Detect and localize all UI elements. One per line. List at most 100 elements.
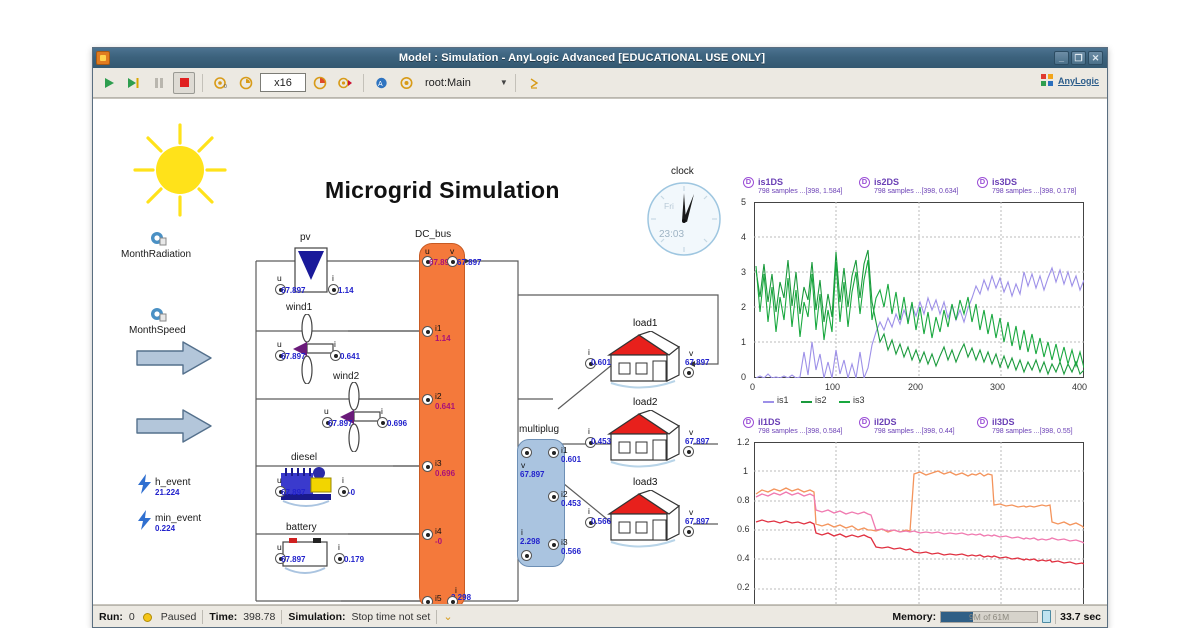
load3-v-port[interactable] <box>683 526 694 537</box>
memory-indicator[interactable]: Memory: 9M of 61M 33.7 sec <box>892 609 1101 624</box>
anylogic-brand: AnyLogic <box>1040 73 1099 88</box>
pause-button[interactable] <box>148 72 170 94</box>
wind1-u-value: 67.897 <box>281 352 306 361</box>
speed-up-icon[interactable] <box>334 72 356 94</box>
console-icon[interactable] <box>523 72 545 94</box>
chart1-ds1-icon: D <box>743 177 754 188</box>
diesel-u-label: u <box>277 475 282 485</box>
status-bar: Run: 0 Paused Time: 398.78 Simulation: S… <box>93 605 1107 627</box>
chart1-ytick-2: 2 <box>741 302 747 312</box>
status-divider-2 <box>281 609 283 624</box>
slow-down-icon[interactable]: 0 <box>210 72 232 94</box>
navigate-root-icon[interactable]: A <box>371 72 393 94</box>
dc-bus-port-i2[interactable] <box>422 394 433 405</box>
minimize-icon[interactable]: _ <box>1054 51 1069 65</box>
wind2-icon[interactable] <box>326 382 382 452</box>
pv-u-label: u <box>277 273 282 283</box>
chart2-ytick-5: 1 <box>743 466 749 476</box>
chevron-down-icon[interactable]: ▼ <box>500 78 508 87</box>
virtual-time-icon[interactable] <box>309 72 331 94</box>
load2-v-port[interactable] <box>683 446 694 457</box>
chart-load-currents[interactable]: D il1DS 798 samples ...[398, 0.584] D il… <box>737 417 1105 604</box>
chart1-ytick-1: 1 <box>741 337 747 347</box>
load-label-1: load1 <box>633 318 658 329</box>
root-selector-label[interactable]: root:Main <box>425 77 471 89</box>
model-canvas[interactable]: MonthRadiation MonthSpeed h_event 21.224… <box>93 98 1107 605</box>
chart1-legend-label-3: is3 <box>853 395 865 405</box>
chart2-ytick-4: 0.8 <box>737 495 750 505</box>
load1-v-port[interactable] <box>683 367 694 378</box>
dc-bus-i3-label: i3 <box>435 458 442 468</box>
multiplug-i2-value: 0.453 <box>561 499 582 508</box>
dc-bus-i-out-port[interactable] <box>447 596 458 604</box>
speed-input[interactable]: x16 <box>260 73 306 92</box>
dc-bus-port-i1[interactable] <box>422 326 433 337</box>
window-controls: _ ❐ ✕ <box>1054 51 1103 65</box>
multiplug-v-value: 67.897 <box>520 470 545 479</box>
dc-bus-bar[interactable] <box>419 243 465 604</box>
chart1-xtick-0: 0 <box>750 382 756 392</box>
multiplug-i-value: 2.298 <box>520 537 541 546</box>
load2-i-label: i <box>588 426 590 436</box>
brand-label[interactable]: AnyLogic <box>1058 76 1099 86</box>
load1-icon[interactable] <box>599 331 685 391</box>
wind1-icon[interactable] <box>279 314 335 384</box>
diesel-icon[interactable] <box>275 465 343 509</box>
dc-bus-port-i3[interactable] <box>422 461 433 472</box>
status-state: Paused <box>160 610 197 623</box>
load3-i-value: 0.566 <box>591 517 612 526</box>
reset-speed-icon[interactable] <box>235 72 257 94</box>
multiplug-i1-label: i1 <box>561 445 568 455</box>
load2-icon[interactable] <box>599 410 685 470</box>
chart2-plot <box>754 442 1084 604</box>
dc-bus-u-label: u <box>425 246 430 256</box>
multiplug-port-i1[interactable] <box>548 447 559 458</box>
status-divider-3 <box>436 609 438 624</box>
run-step-button[interactable] <box>123 72 145 94</box>
run-button[interactable] <box>98 72 120 94</box>
component-label-wind2: wind2 <box>333 371 360 382</box>
trash-icon[interactable] <box>1042 610 1052 623</box>
stop-button[interactable] <box>173 71 195 94</box>
maximize-icon[interactable]: ❐ <box>1071 51 1086 65</box>
dc-bus-port-i4[interactable] <box>422 529 433 540</box>
chart1-ytick-3: 3 <box>741 267 747 277</box>
status-console-icon[interactable]: ⌄ <box>443 610 452 623</box>
load3-icon[interactable] <box>599 490 685 550</box>
multiplug-port-i2[interactable] <box>548 491 559 502</box>
multiplug-v-port[interactable] <box>521 447 532 458</box>
load2-i-value: 0.453 <box>591 437 612 446</box>
dc-bus-port-i5[interactable] <box>422 596 433 604</box>
multiplug-i3-value: 0.566 <box>561 547 582 556</box>
load3-v-label: v <box>689 507 694 517</box>
dc-bus-v-value: 67.897 <box>457 258 482 267</box>
close-icon[interactable]: ✕ <box>1088 51 1103 65</box>
pv-i-label: i <box>332 273 334 283</box>
memory-label: Memory: <box>892 610 937 623</box>
chart2-ds2-name: il2DS <box>874 417 897 427</box>
chart-source-currents[interactable]: D is1DS 798 samples ...[398, 1.584] D is… <box>741 177 1105 405</box>
multiplug-port-i3[interactable] <box>548 539 559 550</box>
svg-text:0: 0 <box>224 84 227 90</box>
battery-i-value: 0.179 <box>344 555 365 564</box>
status-simulation-value: Stop time not set <box>351 610 431 623</box>
load3-i-label: i <box>588 506 590 516</box>
chart1-ds2-samples: 798 samples ...[398, 0.634] <box>874 188 959 195</box>
dc-bus-i4-label: i4 <box>435 526 442 536</box>
chart2-ds3-name: il3DS <box>992 417 1015 427</box>
pv-i-value: 1.14 <box>338 286 354 295</box>
chart1-xtick-4: 400 <box>1072 382 1088 392</box>
multiplug-i2-label: i2 <box>561 489 568 499</box>
dc-bus-i2-label: i2 <box>435 391 442 401</box>
dc-bus-i1-label: i1 <box>435 323 442 333</box>
load2-v-label: v <box>689 427 694 437</box>
chart2-ds2-icon: D <box>859 417 870 428</box>
status-run-value: 0 <box>128 610 135 623</box>
toolbar-divider <box>202 73 203 92</box>
chart2-ytick-1: 0.2 <box>737 582 750 592</box>
wind2-i-label: i <box>381 406 383 416</box>
navigate-up-icon[interactable] <box>396 72 418 94</box>
chart1-xtick-3: 300 <box>990 382 1006 392</box>
pv-u-value: 67.897 <box>281 286 306 295</box>
multiplug-i-port[interactable] <box>521 550 532 561</box>
